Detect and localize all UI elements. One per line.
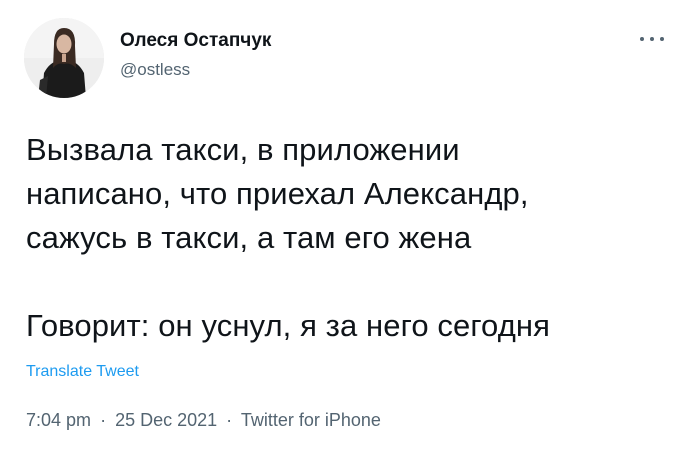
dot [660, 37, 664, 41]
tweet-text: Вызвала такси, в приложении написано, чт… [26, 128, 686, 348]
separator: · [226, 410, 233, 430]
author-handle[interactable]: @ostless [120, 59, 271, 81]
author-block: Олеся Остапчук @ostless [120, 29, 271, 81]
tweet-card: Олеся Остапчук @ostless Вызвала такси, в… [0, 0, 700, 451]
tweet-date[interactable]: 25 Dec 2021 [115, 410, 217, 430]
tweet-text-line: Вызвала такси, в приложении [26, 132, 460, 167]
author-name[interactable]: Олеся Остапчук [120, 29, 271, 53]
tweet-source[interactable]: Twitter for iPhone [241, 410, 381, 430]
tweet-text-line: Говорит: он уснул, я за него сегодня [26, 308, 551, 343]
more-dots-icon[interactable] [640, 32, 664, 46]
separator: · [100, 410, 107, 430]
dot [640, 37, 644, 41]
avatar-photo [24, 18, 104, 98]
avatar[interactable] [24, 18, 104, 98]
tweet-text-line: сажусь в такси, а там его жена [26, 220, 472, 255]
dot [650, 37, 654, 41]
tweet-meta: 7:04 pm · 25 Dec 2021 · Twitter for iPho… [26, 409, 381, 431]
translate-tweet-link[interactable]: Translate Tweet [26, 362, 139, 382]
tweet-text-line: написано, что приехал Александр, [26, 176, 529, 211]
tweet-time[interactable]: 7:04 pm [26, 410, 91, 430]
